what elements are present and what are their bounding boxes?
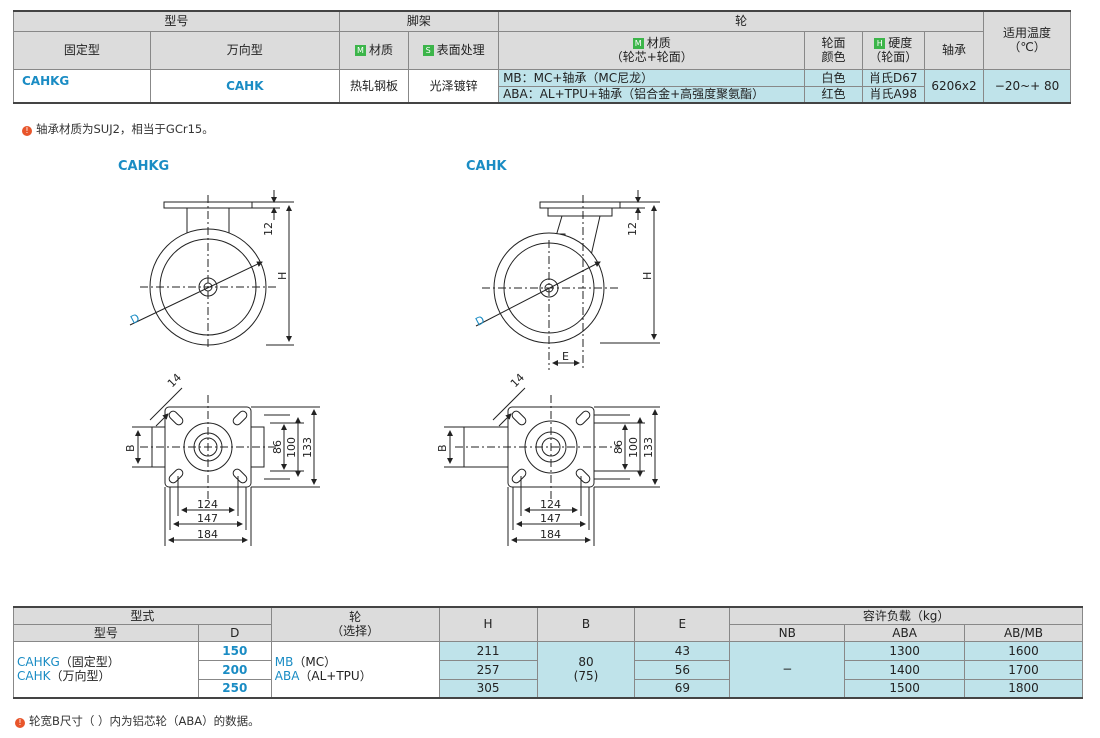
dim-133-swivel: 133	[642, 437, 655, 458]
model-swivel-suffix: （万向型）	[50, 669, 111, 684]
ABA-value: 1400	[844, 659, 966, 680]
ABA-value: 1300	[844, 640, 966, 661]
H-value: 305	[438, 678, 538, 699]
ABMB-value: 1700	[964, 659, 1083, 680]
model-swivel: CAHK	[17, 669, 51, 684]
dim-E: E	[562, 350, 569, 363]
dim-B-fixed: B	[124, 444, 137, 452]
dimension-table: 型式 轮 （选择） H B E 容许负载（kg） 型号 D NB ABA AB/…	[13, 606, 1083, 699]
B-value: 80	[578, 655, 594, 670]
dim-147-fixed: 147	[197, 512, 218, 525]
dim-124-swivel: 124	[540, 498, 561, 511]
E-value: 56	[634, 659, 731, 680]
header-wheel-select: 轮 （选择）	[270, 606, 440, 642]
width-note-text: 轮宽B尺寸（ ）内为铝芯轮（ABA）的数据。	[29, 714, 260, 728]
table-row: CAHKG（固定型） CAHK（万向型） 150 MB（MC） ABA（AL+T…	[13, 640, 1083, 699]
dim-D-swivel: D	[473, 313, 487, 328]
dim-14-fixed: 14	[165, 371, 184, 390]
wheel-aba: ABA	[274, 669, 300, 684]
dim-H-fixed: H	[276, 272, 289, 280]
dim-86-fixed: 86	[271, 440, 284, 454]
dim-100-fixed: 100	[285, 437, 298, 458]
dim-14-swivel: 14	[508, 371, 527, 390]
B-value-cell: 80 (75)	[536, 640, 636, 699]
ABMB-value: 1800	[964, 678, 1083, 699]
header-model-2: 型号	[13, 623, 199, 642]
header-wheel-select-sub: （选择）	[331, 624, 380, 639]
fixed-caster-top-view	[132, 387, 320, 546]
wheel-select-cell: MB（MC） ABA（AL+TPU）	[270, 640, 440, 699]
header-B: B	[536, 606, 636, 642]
D-value: 250	[197, 678, 272, 699]
E-value: 69	[634, 678, 731, 699]
wheel-mb-suffix: （MC）	[293, 655, 337, 670]
dim-184-fixed: 184	[197, 528, 218, 541]
E-value: 43	[634, 640, 731, 661]
dim-184-swivel: 184	[540, 528, 561, 541]
ABMB-value: 1600	[964, 640, 1083, 661]
dim-H-swivel: H	[641, 272, 654, 280]
dim-100-swivel: 100	[627, 437, 640, 458]
B-sub: (75)	[573, 669, 599, 684]
header-type: 型式	[13, 606, 272, 625]
wheel-mb: MB	[274, 655, 294, 670]
D-value: 200	[197, 659, 272, 680]
H-value: 211	[438, 640, 538, 661]
dim-133-fixed: 133	[301, 437, 314, 458]
header-NB: NB	[729, 623, 846, 642]
fixed-caster-side-view	[129, 190, 294, 350]
NB-value: −	[729, 640, 846, 699]
dim-86-swivel: 86	[612, 440, 625, 454]
H-value: 257	[438, 659, 538, 680]
header-wheel-select-label: 轮	[349, 610, 362, 625]
width-note: ! 轮宽B尺寸（ ）内为铝芯轮（ABA）的数据。	[15, 713, 260, 729]
D-value: 150	[197, 640, 272, 661]
header-E: E	[634, 606, 731, 642]
warning-icon: !	[15, 718, 25, 728]
header-ABA: ABA	[844, 623, 966, 642]
header-H: H	[438, 606, 538, 642]
swivel-caster-side-view	[475, 190, 660, 370]
dim-B-swivel: B	[436, 444, 449, 452]
header-ABMB: AB/MB	[964, 623, 1083, 642]
model-fixed-suffix: （固定型）	[59, 655, 120, 670]
model-fixed: CAHKG	[17, 655, 60, 670]
model-cell: CAHKG（固定型） CAHK（万向型）	[13, 640, 199, 699]
ABA-value: 1500	[844, 678, 966, 699]
dim-12-fixed: 12	[262, 222, 275, 236]
wheel-aba-suffix: （AL+TPU）	[299, 669, 372, 684]
header-load: 容许负载（kg）	[729, 606, 1083, 625]
dim-12-swivel: 12	[626, 222, 639, 236]
header-D: D	[197, 623, 272, 642]
dim-124-fixed: 124	[197, 498, 218, 511]
dim-147-swivel: 147	[540, 512, 561, 525]
